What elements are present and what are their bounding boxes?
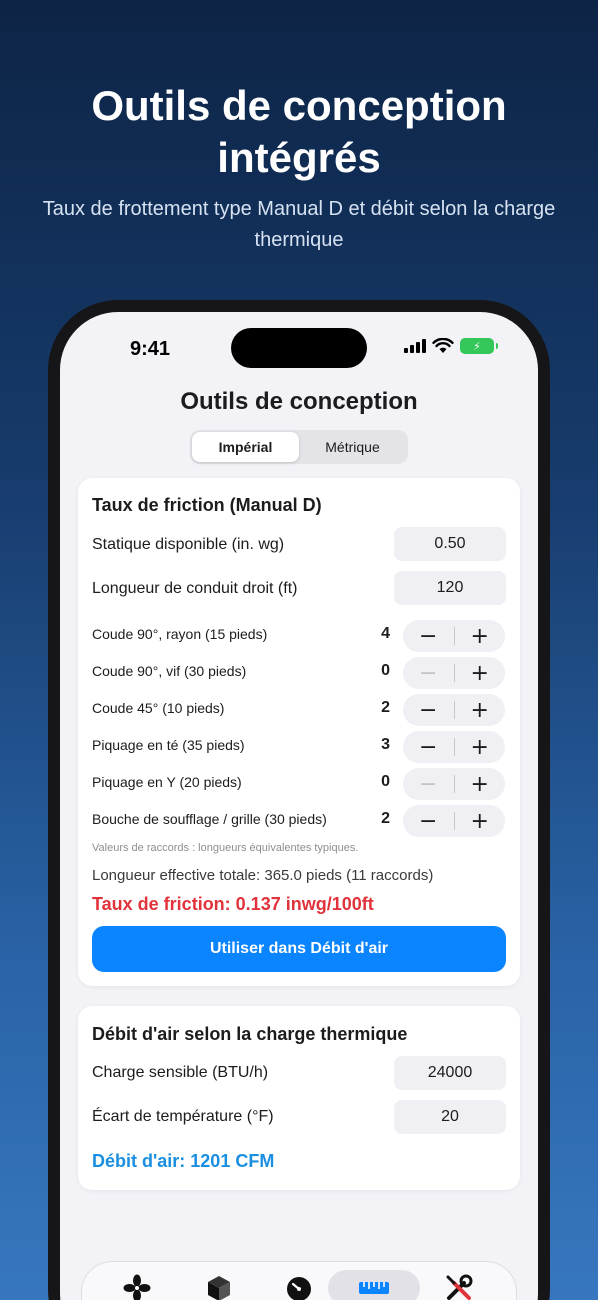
fitting-label-elbow45: Coude 45° (10 pieds) [92,700,225,716]
increment-button[interactable]: + [455,768,506,800]
phone-frame: 9:41 ⚡ Outils de conception Impérial Mét… [48,300,550,1300]
status-time: 9:41 [130,338,171,360]
stepper-elbow90-sharp: − + [403,657,505,689]
fitting-count-tee: 3 [381,736,390,753]
stepper-elbow90-radius: − + [403,620,505,652]
duct-length-input[interactable] [394,571,506,605]
tab-bar [82,1262,516,1300]
increment-button[interactable]: + [455,731,506,763]
decrement-button[interactable]: − [403,694,454,726]
decrement-button[interactable]: − [403,805,454,837]
status-icons: ⚡ [404,338,498,354]
tab-cube[interactable] [190,1270,248,1300]
stepper-elbow45: − + [403,694,505,726]
tab-ruler[interactable] [328,1270,420,1300]
phone-screen: 9:41 ⚡ Outils de conception Impérial Mét… [60,312,538,1300]
increment-button[interactable]: + [455,805,506,837]
unit-segmented-control: Impérial Métrique [190,430,408,464]
wifi-icon [432,338,454,353]
decrement-button[interactable]: − [403,620,454,652]
stepper-tee: − + [403,731,505,763]
hero-title-line1: Outils de conception [91,82,507,129]
fitting-label-tee: Piquage en té (35 pieds) [92,737,245,753]
hero-title: Outils de conception intégrés [0,80,598,184]
effective-length-text: Longueur effective totale: 365.0 pieds (… [92,867,434,884]
fitting-label-elbow90-sharp: Coude 90°, vif (30 pieds) [92,663,247,679]
friction-card: Taux de friction (Manual D) Statique dis… [78,478,520,986]
hero-subtitle: Taux de frottement type Manual D et débi… [42,198,556,251]
sensible-load-input[interactable] [394,1056,506,1090]
segment-imperial[interactable]: Impérial [192,432,299,462]
duct-length-label: Longueur de conduit droit (ft) [92,580,298,597]
tab-gauge[interactable] [270,1270,328,1300]
airflow-card: Débit d'air selon la charge thermique Ch… [78,1006,520,1190]
fittings-note: Valeurs de raccords : longueurs équivale… [92,842,359,854]
friction-rate-result: Taux de friction: 0.137 inwg/100ft [92,894,374,914]
dynamic-island [231,328,367,368]
tab-fan[interactable] [108,1270,166,1300]
decrement-button[interactable]: − [403,731,454,763]
decrement-button[interactable]: − [403,768,454,800]
static-pressure-label: Statique disponible (in. wg) [92,536,285,553]
static-pressure-input[interactable] [394,527,506,561]
fitting-label-grille: Bouche de soufflage / grille (30 pieds) [92,811,327,827]
airflow-card-title: Débit d'air selon la charge thermique [92,1024,408,1044]
fitting-label-elbow90-radius: Coude 90°, rayon (15 pieds) [92,626,268,642]
use-in-airflow-button[interactable]: Utiliser dans Débit d'air [92,926,506,972]
cube-icon [208,1276,230,1300]
fitting-count-elbow90-radius: 4 [381,625,390,642]
ruler-icon [359,1282,389,1294]
battery-icon: ⚡ [460,338,498,354]
friction-card-title: Taux de friction (Manual D) [92,495,322,515]
temperature-delta-label: Écart de température (°F) [92,1108,274,1125]
airflow-result: Débit d'air: 1201 CFM [92,1151,275,1171]
fitting-count-wye: 0 [381,773,390,790]
increment-button[interactable]: + [455,694,506,726]
tools-icon [446,1274,473,1300]
hero-title-line2: intégrés [217,134,381,181]
sensible-load-label: Charge sensible (BTU/h) [92,1064,269,1081]
temperature-delta-input[interactable] [394,1100,506,1134]
increment-button[interactable]: + [455,657,506,689]
increment-button[interactable]: + [455,620,506,652]
signal-icon [404,339,426,353]
stepper-grille: − + [403,805,505,837]
page-title: Outils de conception [180,388,418,415]
stepper-wye: − + [403,768,505,800]
decrement-button[interactable]: − [403,657,454,689]
fitting-count-grille: 2 [381,810,390,827]
fitting-count-elbow45: 2 [381,699,390,716]
fan-icon [123,1274,151,1300]
fitting-count-elbow90-sharp: 0 [381,662,390,679]
fitting-label-wye: Piquage en Y (20 pieds) [92,774,242,790]
tab-tools[interactable] [430,1270,488,1300]
gauge-icon [287,1277,311,1300]
segment-metric[interactable]: Métrique [299,432,406,462]
